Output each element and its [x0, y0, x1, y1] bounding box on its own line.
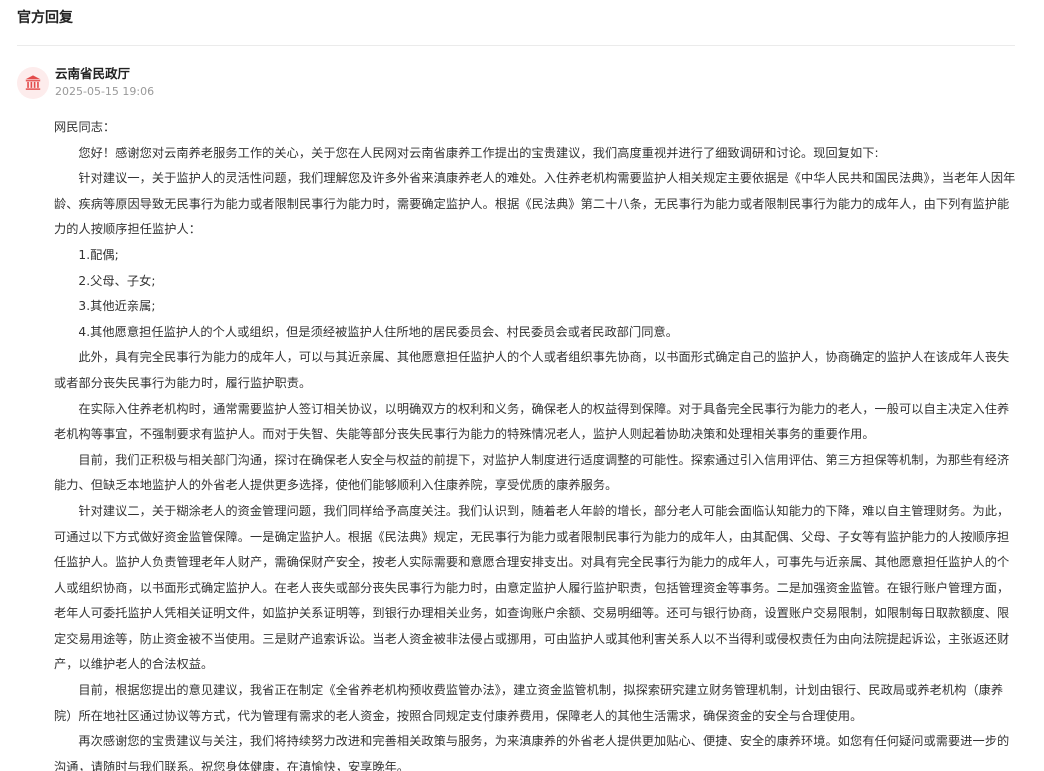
reply-paragraph: 针对建议一，关于监护人的灵活性问题，我们理解您及许多外省来滇康养老人的难处。入住…: [54, 171, 1016, 237]
salutation: 网民同志：: [54, 120, 116, 134]
author-name: 云南省民政厅: [55, 66, 131, 81]
reply-paragraph: 针对建议二，关于糊涂老人的资金管理问题，我们同样给予高度关注。我们认识到，随着老…: [54, 503, 1010, 672]
reply-timestamp: 2025-05-15 19:06: [55, 85, 155, 98]
list-item: 3.其他近亲属;: [78, 299, 156, 314]
list-item: 2.父母、子女;: [78, 273, 156, 288]
avatar: [17, 67, 49, 99]
official-reply-page: 官方回复 云南省民政厅 2025-05-15 19:06 网民同志： 您好！感谢: [0, 0, 1044, 771]
reply-paragraph: 目前，我们正积极与相关部门沟通，探讨在确保老人安全与权益的前提下，对监护人制度进…: [54, 452, 1010, 493]
reply-paragraph: 再次感谢您的宝贵建议与关注，我们将持续努力改进和完善相关政策与服务，为来滇康养的…: [54, 734, 1010, 771]
reply-paragraph: 目前，根据您提出的意见建议，我省正在制定《全省养老机构预收费监管办法》，建立资金…: [54, 683, 1004, 723]
reply-paragraph: 此外，具有完全民事行为能力的成年人，可以与其近亲属、其他愿意担任监护人的个人或者…: [54, 350, 1010, 390]
section-title: 官方回复: [17, 0, 1015, 46]
government-building-icon: [24, 74, 42, 92]
reply-paragraph: 在实际入住养老机构时，通常需要监护人签订相关协议，以明确双方的权利和义务，确保老…: [54, 401, 1010, 442]
list-item: 4.其他愿意担任监护人的个人或组织，但是须经被监护人住所地的居民委员会、村民委员…: [78, 324, 679, 339]
list-item: 1.配偶;: [78, 247, 119, 262]
reply-paragraph: 您好！感谢您对云南养老服务工作的关心，关于您在人民网对云南省康养工作提出的宝贵建…: [78, 145, 879, 160]
author-block: 云南省民政厅 2025-05-15 19:06: [55, 66, 154, 99]
reply-header: 云南省民政厅 2025-05-15 19:06: [17, 66, 1016, 99]
reply-body: 网民同志： 您好！感谢您对云南养老服务工作的关心，关于您在人民网对云南省康养工作…: [54, 115, 1016, 771]
